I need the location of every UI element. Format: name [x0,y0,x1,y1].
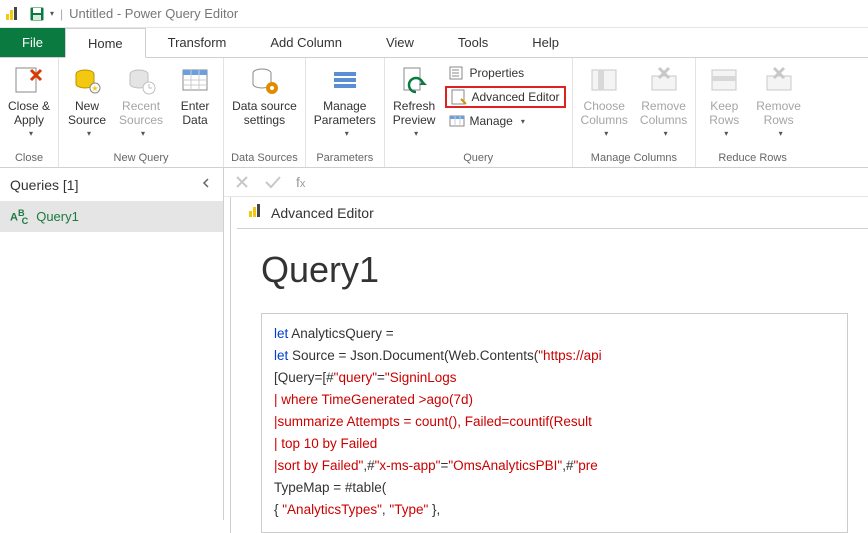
group-manage-columns: Choose Columns Remove Columns Manage Col… [573,58,697,167]
tab-help[interactable]: Help [510,28,581,57]
editor-pane: fx Advanced Editor Query1 let AnalyticsQ… [224,168,868,520]
manage-button[interactable]: Manage [445,110,565,132]
group-close: Close & Apply Close [0,58,59,167]
properties-button[interactable]: Properties [445,62,565,84]
data-source-settings-icon [248,64,280,96]
new-source-button[interactable]: ★ New Source [61,60,113,141]
group-label-reduce-rows: Reduce Rows [698,150,807,167]
new-source-icon: ★ [71,64,103,96]
enter-data-button[interactable]: Enter Data [169,60,221,127]
tab-view[interactable]: View [364,28,436,57]
group-label-new-query: New Query [61,150,221,167]
queries-header-label: Queries [1] [10,177,78,193]
group-label-parameters: Parameters [308,150,382,167]
svg-text:★: ★ [91,84,98,93]
manage-parameters-label: Manage Parameters [314,99,376,127]
tab-home[interactable]: Home [65,28,146,58]
qat-dropdown[interactable]: ▾ [50,9,54,18]
recent-sources-label: Recent Sources [119,99,163,127]
advanced-editor-heading: Query1 [261,249,848,291]
manage-parameters-button[interactable]: Manage Parameters [308,60,382,141]
group-label-data-sources: Data Sources [226,150,303,167]
remove-columns-button[interactable]: Remove Columns [634,60,693,141]
group-parameters: Manage Parameters Parameters [306,58,385,167]
app-icon-small [247,203,263,222]
group-label-close: Close [2,150,56,167]
properties-label: Properties [469,66,524,80]
choose-columns-icon [588,64,620,96]
enter-data-label: Enter Data [181,99,210,127]
separator: | [60,7,63,21]
advanced-editor-label: Advanced Editor [471,90,559,104]
refresh-preview-label: Refresh Preview [393,99,436,127]
advanced-editor-button[interactable]: Advanced Editor [445,86,565,108]
enter-data-icon [179,64,211,96]
manage-parameters-icon [329,64,361,96]
manage-label: Manage [469,114,512,128]
queries-panel: Queries [1] ABC Query1 [0,168,224,520]
remove-columns-label: Remove Columns [640,99,687,127]
tab-transform[interactable]: Transform [146,28,249,57]
advanced-editor-icon [451,89,467,105]
remove-rows-label: Remove Rows [756,99,801,127]
refresh-preview-button[interactable]: Refresh Preview [387,60,442,141]
group-reduce-rows: Keep Rows Remove Rows Reduce Rows [696,58,809,167]
close-and-apply-button[interactable]: Close & Apply [2,60,56,141]
keep-rows-icon [708,64,740,96]
data-source-settings-button[interactable]: Data source settings [226,60,303,127]
recent-sources-icon [125,64,157,96]
ribbon-tabs: File Home Transform Add Column View Tool… [0,28,868,58]
remove-rows-icon [763,64,795,96]
code-editor[interactable]: let AnalyticsQuery = let Source = Json.D… [261,313,848,533]
close-apply-label: Close & Apply [8,99,50,127]
refresh-icon [398,64,430,96]
remove-rows-button[interactable]: Remove Rows [750,60,807,141]
tab-tools[interactable]: Tools [436,28,510,57]
group-label-manage-columns: Manage Columns [575,150,694,167]
group-label-query: Query [387,150,570,167]
body: Queries [1] ABC Query1 fx Advanced Edito… [0,168,868,520]
ribbon: Close & Apply Close ★ New Source Recent … [0,58,868,168]
group-data-sources: Data source settings Data Sources [224,58,306,167]
queries-header: Queries [1] [0,168,223,202]
query-item-label: Query1 [36,209,79,224]
advanced-editor-body: Query1 let AnalyticsQuery = let Source =… [231,229,868,533]
query-item[interactable]: ABC Query1 [0,202,223,232]
group-new-query: ★ New Source Recent Sources Enter Data N… [59,58,224,167]
fx-icon[interactable]: fx [296,174,305,190]
choose-columns-button[interactable]: Choose Columns [575,60,634,141]
app-icon [4,6,20,22]
formula-bar: fx [224,168,868,197]
advanced-editor-titlebar: Advanced Editor [237,197,868,229]
commit-icon[interactable] [264,174,282,190]
cancel-icon[interactable] [234,174,250,190]
window-title: Untitled - Power Query Editor [69,6,238,21]
properties-icon [449,65,465,81]
save-button[interactable] [24,2,50,26]
choose-columns-label: Choose Columns [581,99,628,127]
manage-icon [449,113,465,129]
title-bar: ▾ | Untitled - Power Query Editor [0,0,868,28]
close-apply-icon [13,64,45,96]
data-source-settings-label: Data source settings [232,99,297,127]
group-query: Refresh Preview Properties Advanced Edit… [385,58,573,167]
advanced-editor-window-title: Advanced Editor [271,205,374,221]
remove-columns-icon [648,64,680,96]
tab-add-column[interactable]: Add Column [248,28,364,57]
query-type-icon: ABC [10,208,28,226]
collapse-icon[interactable] [199,176,213,193]
new-source-label: New Source [68,99,106,127]
tab-file[interactable]: File [0,28,65,57]
recent-sources-button[interactable]: Recent Sources [113,60,169,141]
keep-rows-button[interactable]: Keep Rows [698,60,750,141]
keep-rows-label: Keep Rows [709,99,739,127]
